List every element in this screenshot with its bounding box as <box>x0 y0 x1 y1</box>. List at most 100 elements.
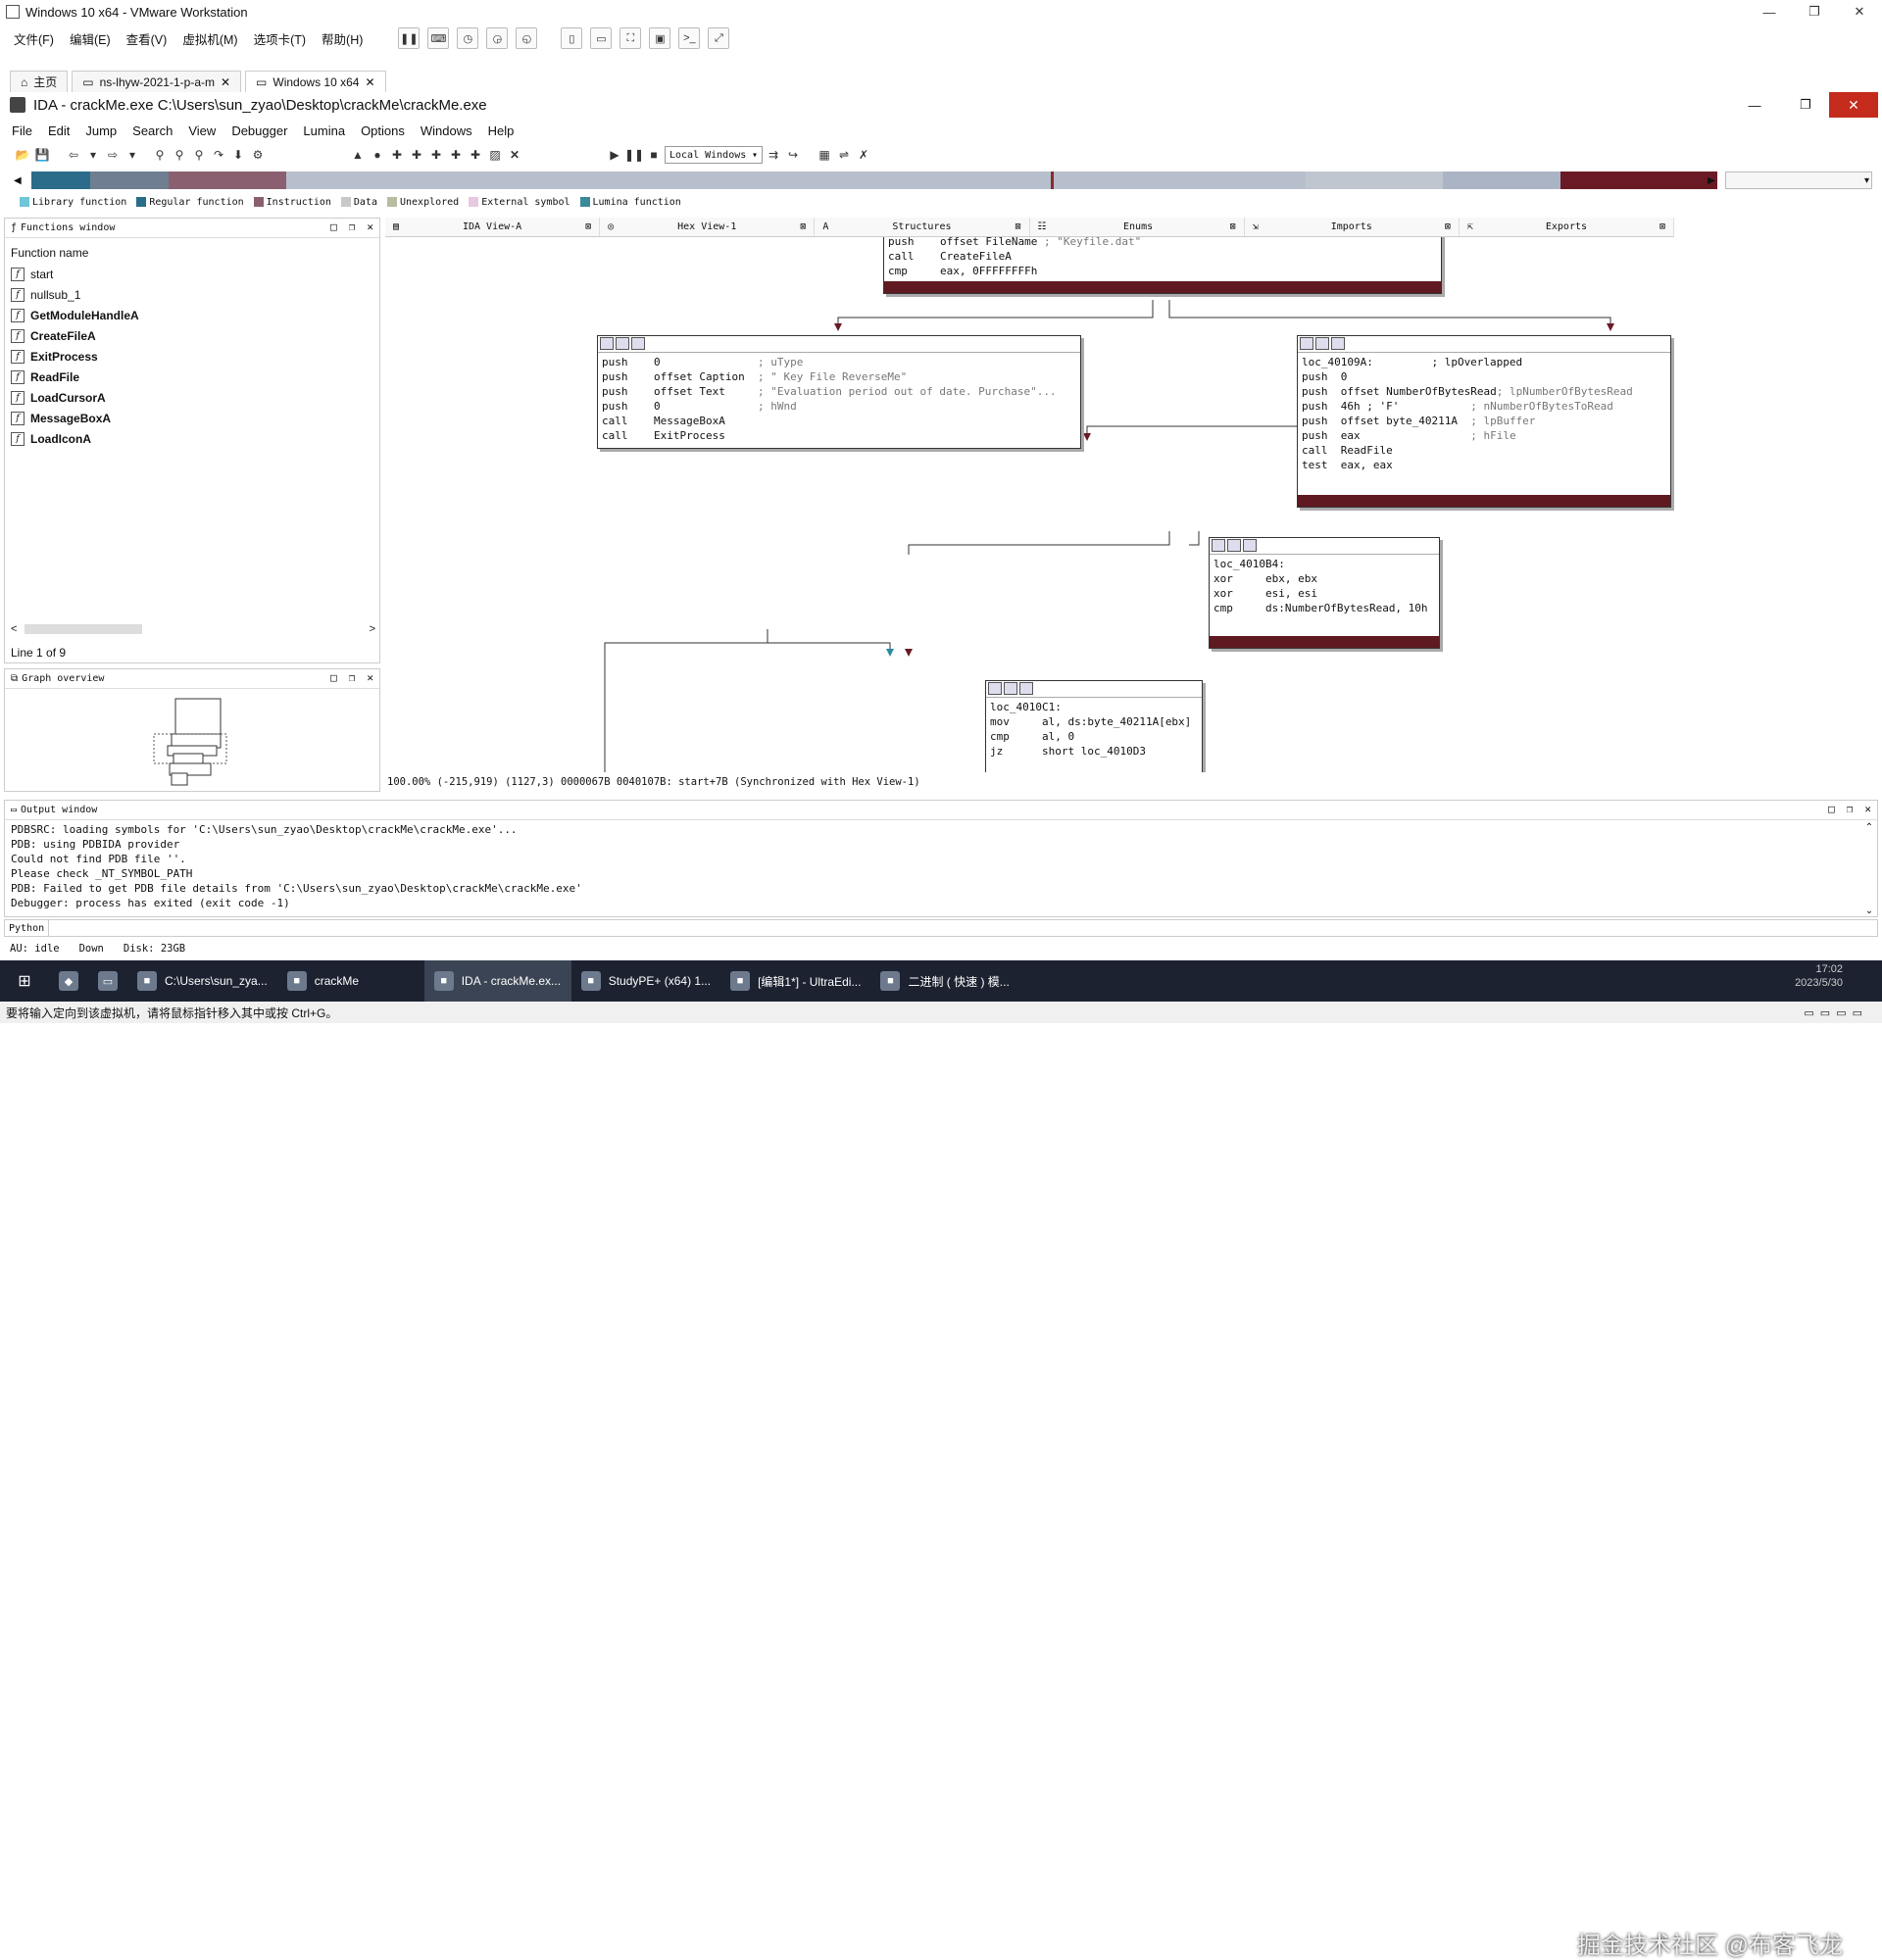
dropdown-icon[interactable]: ▾ <box>124 146 141 164</box>
search-binary-icon[interactable]: ⚲ <box>190 146 208 164</box>
asm-line[interactable]: call ExitProcess <box>602 429 758 442</box>
asm-line[interactable]: call ReadFile <box>1302 444 1470 457</box>
ida-restore-icon[interactable]: ❐ <box>1786 92 1825 118</box>
graph-view[interactable]: push offset FileName ; "Keyfile.dat" cal… <box>385 237 1674 772</box>
tab-structures[interactable]: A Structures ⊠ <box>815 218 1030 236</box>
asm-line[interactable]: push offset Caption ; " Key File Reverse… <box>602 370 907 383</box>
close-icon[interactable]: ✕ <box>367 220 373 233</box>
device-icon[interactable]: ▭ <box>1820 1006 1830 1019</box>
function-list-item[interactable]: f ExitProcess <box>5 346 379 367</box>
taskbar-item[interactable]: ■ 二进制 ( 快速 ) 模... <box>870 960 1018 1002</box>
asm-line[interactable]: push offset Text ; "Evaluation period ou… <box>602 385 1057 398</box>
node-collapse-icon[interactable] <box>1243 539 1257 552</box>
asm-line[interactable]: mov al, ds:byte_40211A[ebx] <box>990 715 1191 728</box>
node-color-icon[interactable] <box>1300 337 1313 350</box>
navigation-band[interactable]: ◀ ▶ ▾ <box>14 170 1876 191</box>
node-edit-icon[interactable] <box>616 337 629 350</box>
dropdown-icon[interactable]: ▾ <box>84 146 102 164</box>
pause-icon[interactable]: ❚❚ <box>398 27 421 49</box>
close-icon[interactable]: ✕ <box>367 671 373 684</box>
send-keys-icon[interactable]: ⌨ <box>427 27 450 49</box>
maximize-icon[interactable]: □ <box>330 220 337 233</box>
function-list-item[interactable]: f nullsub_1 <box>5 284 379 305</box>
graph-node-messagebox[interactable]: push 0 ; uType push offset Caption ; " K… <box>597 335 1081 449</box>
scroll-left-icon[interactable]: < <box>11 623 17 635</box>
asm-line[interactable]: test eax, eax <box>1302 459 1470 471</box>
node-collapse-icon[interactable] <box>1019 682 1033 695</box>
trace-icon[interactable]: ⇌ <box>835 146 853 164</box>
stretch-icon[interactable]: ⤢ <box>708 27 730 49</box>
asm-line[interactable]: call MessageBoxA <box>602 415 758 427</box>
taskbar-app-terminal[interactable]: ▭ <box>88 960 127 1002</box>
taskbar-item[interactable]: ■ C:\Users\sun_zya... <box>127 960 277 1002</box>
save-icon[interactable]: 💾 <box>33 146 51 164</box>
function-name-column[interactable]: Function name <box>5 246 379 264</box>
nav-right-icon[interactable]: ▶ <box>1708 175 1715 186</box>
ida-menu-lumina[interactable]: Lumina <box>303 123 345 138</box>
function-list-item[interactable]: f CreateFileA <box>5 325 379 346</box>
horizontal-scrollbar[interactable]: < > <box>11 622 375 636</box>
tab-ida-view-a[interactable]: ▤ IDA View-A ⊠ <box>385 218 601 236</box>
graph-node-top[interactable]: push offset FileName ; "Keyfile.dat" cal… <box>883 237 1442 294</box>
snapshot-manager-icon[interactable]: ◵ <box>516 27 538 49</box>
maximize-icon[interactable]: □ <box>330 671 337 684</box>
function-list-item[interactable]: f ReadFile <box>5 367 379 387</box>
step-icon[interactable]: ↪ <box>784 146 802 164</box>
attach-icon[interactable]: ⇉ <box>765 146 782 164</box>
close-icon[interactable]: ✕ <box>1837 0 1882 24</box>
close-icon[interactable]: ⊠ <box>1445 221 1451 232</box>
graph-overview-canvas[interactable] <box>5 689 381 791</box>
tab-imports[interactable]: ⇲ Imports ⊠ <box>1245 218 1460 236</box>
tab-hex-view-1[interactable]: ◎ Hex View-1 ⊠ <box>600 218 816 236</box>
globe-icon[interactable]: ● <box>369 146 386 164</box>
function-list-item[interactable]: f start <box>5 264 379 284</box>
graph-mode-icon[interactable]: ▲ <box>349 146 367 164</box>
minimize-icon[interactable]: — <box>1747 0 1792 24</box>
node-color-icon[interactable] <box>988 682 1002 695</box>
ida-menu-options[interactable]: Options <box>361 123 405 138</box>
asm-line[interactable]: push 46h ; 'F' ; nNumberOfBytesToRead <box>1302 400 1613 413</box>
scroll-up-icon[interactable]: ⌃ <box>1865 822 1873 833</box>
ida-menu-help[interactable]: Help <box>488 123 515 138</box>
node-edit-icon[interactable] <box>1004 682 1017 695</box>
function-list-item[interactable]: f LoadCursorA <box>5 387 379 408</box>
pause-icon[interactable]: ❚❚ <box>624 146 644 164</box>
menu-view[interactable]: 查看(V) <box>126 29 168 48</box>
close-icon[interactable]: ⊠ <box>800 221 806 232</box>
taskbar-item[interactable]: ■ StudyPE+ (x64) 1... <box>571 960 720 1002</box>
asm-line[interactable]: push offset NumberOfBytesRead; lpNumberO… <box>1302 385 1633 398</box>
ida-menu-search[interactable]: Search <box>132 123 173 138</box>
add-icon[interactable]: ✚ <box>408 146 425 164</box>
menu-help[interactable]: 帮助(H) <box>322 29 363 48</box>
float-icon[interactable]: ❐ <box>1847 803 1854 815</box>
nav-combo[interactable]: ▾ <box>1725 172 1872 189</box>
search-text-icon[interactable]: ⚲ <box>171 146 188 164</box>
ida-close-icon[interactable]: ✕ <box>1829 92 1878 118</box>
ida-menu-jump[interactable]: Jump <box>85 123 117 138</box>
maximize-icon[interactable]: □ <box>1828 803 1835 815</box>
add-icon[interactable]: ✚ <box>388 146 406 164</box>
snapshot-icon[interactable]: ◷ <box>457 27 479 49</box>
library-icon[interactable]: ▯ <box>561 27 583 49</box>
asm-line[interactable]: xor ebx, ebx <box>1213 572 1330 585</box>
console-icon[interactable]: >_ <box>678 27 701 49</box>
close-tab-icon[interactable]: ✕ <box>365 75 374 89</box>
menu-tabs[interactable]: 选项卡(T) <box>254 29 306 48</box>
node-edit-icon[interactable] <box>1315 337 1329 350</box>
function-list-item[interactable]: f LoadIconA <box>5 428 379 449</box>
asm-line[interactable]: cmp ds:NumberOfBytesRead, 10h <box>1213 602 1428 614</box>
asm-line[interactable]: push offset FileName ; "Keyfile.dat" <box>888 237 1141 248</box>
device-icon[interactable]: ▭ <box>1836 1006 1846 1019</box>
output-scrollbar[interactable]: ⌃ ⌄ <box>1863 822 1875 916</box>
close-icon[interactable]: ⊠ <box>585 221 591 232</box>
asm-line[interactable]: push 0 <box>1302 370 1470 383</box>
asm-line[interactable]: push 0 ; uType <box>602 356 803 368</box>
asm-line[interactable]: push 0 ; hWnd <box>602 400 797 413</box>
ida-menu-debugger[interactable]: Debugger <box>231 123 287 138</box>
asm-line[interactable]: push offset byte_40211A ; lpBuffer <box>1302 415 1535 427</box>
menu-edit[interactable]: 编辑(E) <box>70 29 111 48</box>
command-input[interactable] <box>49 920 1877 936</box>
stop-icon[interactable]: ■ <box>645 146 663 164</box>
ida-menu-view[interactable]: View <box>188 123 216 138</box>
ida-menu-file[interactable]: File <box>12 123 32 138</box>
